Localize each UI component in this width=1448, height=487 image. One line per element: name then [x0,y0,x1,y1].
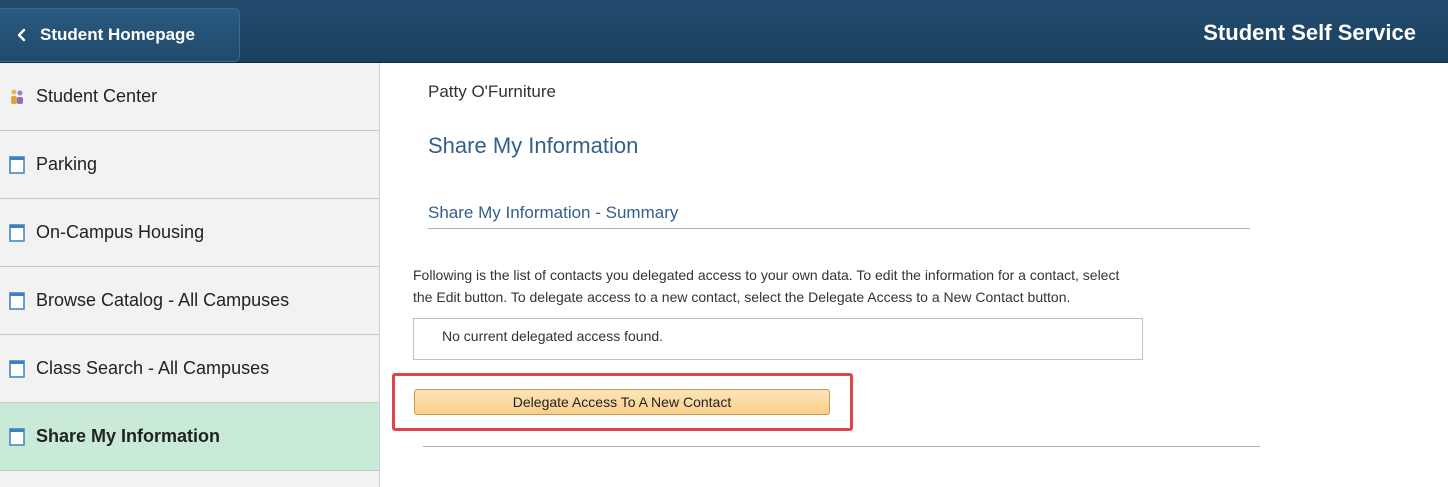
sidebar-item-parking[interactable]: Parking [0,131,379,199]
sidebar-item-student-center[interactable]: Student Center [0,63,379,131]
sidebar-item-on-campus-housing[interactable]: On-Campus Housing [0,199,379,267]
header-bar: Student Homepage Student Self Service [0,0,1448,63]
sidebar-item-label: Class Search - All Campuses [36,358,270,378]
divider [423,446,1260,447]
sidebar-item-class-search[interactable]: Class Search - All Campuses [0,335,379,403]
page-icon [8,359,26,379]
sidebar-nav: Student Center Parking On-Campus Housing… [0,63,380,487]
sidebar-item-label: On-Campus Housing [36,222,205,242]
page-icon [8,291,26,311]
student-homepage-label: Student Homepage [40,25,195,44]
section-title: Share My Information - Summary [428,203,1250,229]
user-name: Patty O'Furniture [428,82,556,101]
instructions-line-1: Following is the list of contacts you de… [413,267,1120,283]
app-title: Student Self Service [1203,20,1416,45]
sidebar-item-label: Browse Catalog - All Campuses [36,290,290,310]
instructions-text: Following is the list of contacts you de… [413,264,1263,308]
page-icon [8,427,26,447]
empty-message: No current delegated access found. [442,328,664,344]
sidebar-item-share-my-information[interactable]: Share My Information [0,403,379,471]
page-icon [8,155,26,175]
student-homepage-button[interactable]: Student Homepage [0,8,240,62]
page-title: Share My Information [428,133,639,158]
sidebar-item-browse-catalog[interactable]: Browse Catalog - All Campuses [0,267,379,335]
chevron-left-icon [12,25,32,45]
delegated-access-list: No current delegated access found. [413,318,1143,360]
sidebar-item-label: Share My Information [36,426,221,446]
page-icon [8,223,26,243]
sidebar-item-label: Student Center [36,86,158,106]
sidebar-item-label: Parking [36,154,98,174]
student-center-icon [8,87,26,107]
instructions-line-2: the Edit button. To delegate access to a… [413,289,1071,305]
delegate-access-button[interactable]: Delegate Access To A New Contact [414,389,830,415]
